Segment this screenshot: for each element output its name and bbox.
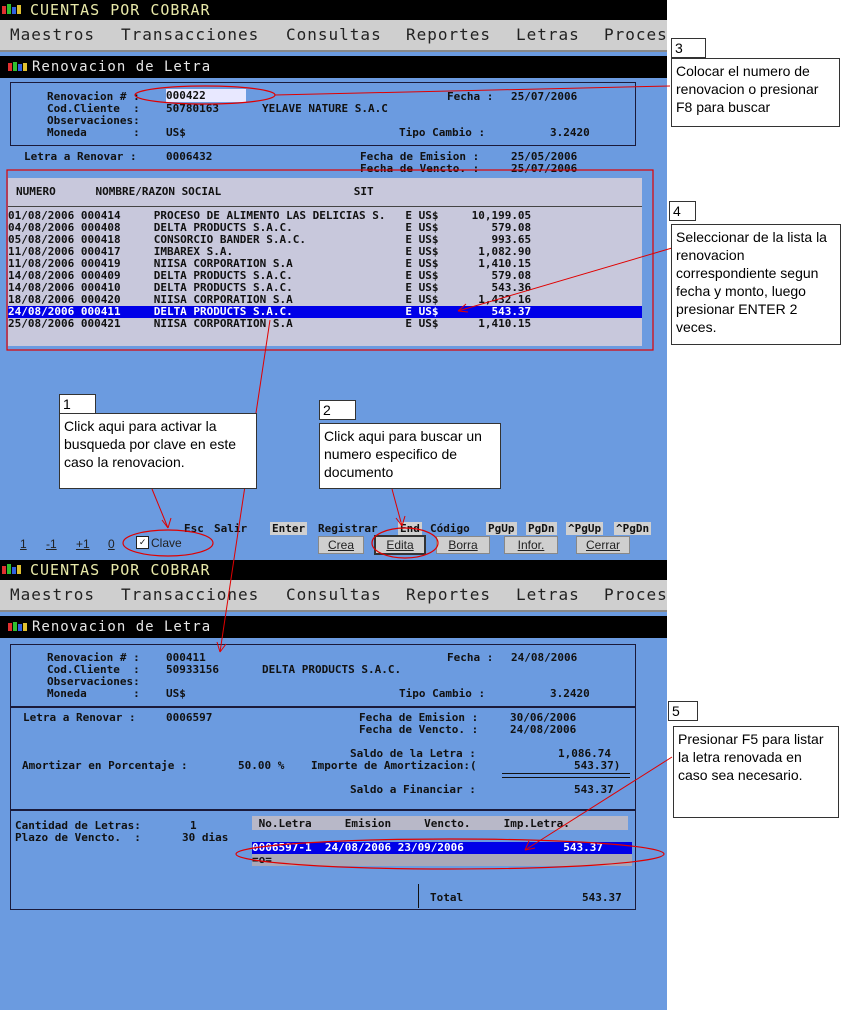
callout-1: Click aqui para activar la busqueda por …	[59, 413, 257, 489]
highlight-clave	[122, 529, 214, 557]
callout-2: Click aqui para buscar un numero especif…	[319, 423, 501, 489]
highlight-grid-row	[235, 838, 665, 870]
highlight-list	[6, 169, 654, 351]
callout-5-number: 5	[668, 701, 698, 721]
highlight-renovacion	[134, 85, 276, 105]
callout-3-number: 3	[671, 38, 706, 58]
callout-3: Colocar el numero de renovacion o presio…	[671, 58, 840, 127]
callout-4-number: 4	[669, 201, 696, 221]
highlight-edita	[371, 527, 439, 559]
callout-5: Presionar F5 para listar la letra renova…	[673, 726, 839, 818]
callout-4: Seleccionar de la lista la renovacion co…	[671, 224, 841, 345]
callout-1-number: 1	[59, 394, 96, 414]
annotation-overlay	[6, 85, 673, 870]
callout-2-number: 2	[319, 400, 356, 420]
